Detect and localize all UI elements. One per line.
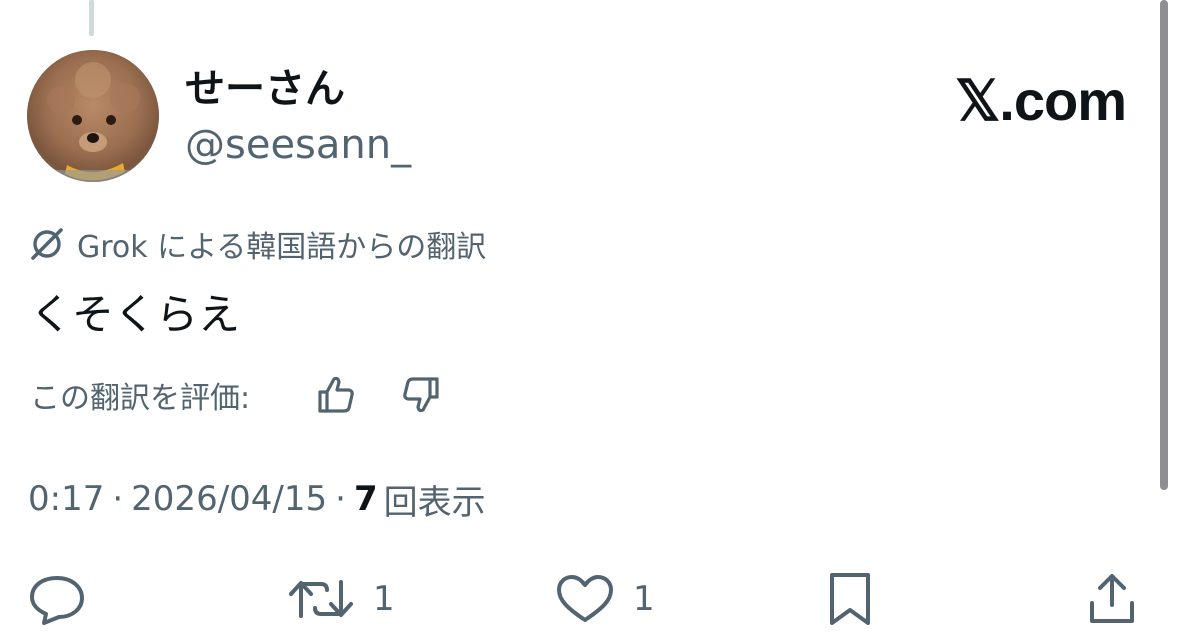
retweet-count: 1 [373, 579, 395, 619]
like-count: 1 [633, 579, 655, 619]
share-icon [1090, 574, 1134, 623]
meta-separator: · [112, 479, 124, 519]
user-handle[interactable]: @seesann_ [185, 120, 411, 170]
thumbs-down-icon [403, 377, 439, 413]
display-name[interactable]: せーさん [185, 64, 345, 114]
scrollbar[interactable] [1160, 0, 1168, 490]
rate-label-text: この翻訳を評価: [30, 381, 251, 416]
reply-button[interactable] [28, 572, 86, 626]
post-meta: 0:17 · 2026/04/15 · 7 回表示 [28, 474, 486, 524]
bookmark-icon [830, 573, 870, 625]
retweet-icon [289, 580, 353, 618]
heart-icon [557, 575, 613, 622]
rate-translation-label: この翻訳を評価: [30, 370, 250, 420]
thumbs-down-button[interactable] [398, 372, 444, 418]
thumbs-up-icon [318, 376, 354, 413]
bookmark-button[interactable] [824, 572, 876, 626]
thumbs-up-button[interactable] [313, 372, 359, 418]
views-count: 7 [353, 479, 378, 519]
translation-note: Grok による韓国語からの翻訳 [27, 222, 486, 266]
post-time[interactable]: 0:17 [28, 479, 104, 519]
retweet-button[interactable]: 1 [287, 572, 395, 626]
grok-icon [31, 228, 63, 260]
meta-separator: · [335, 479, 346, 519]
views-label: 回表示 [383, 482, 486, 523]
avatar-image [27, 50, 159, 182]
share-button[interactable] [1086, 572, 1138, 626]
x-brand-logo: 𝕏.com [955, 69, 1127, 132]
post-date[interactable]: 2026/04/15 [131, 479, 327, 519]
avatar[interactable] [27, 50, 159, 182]
like-button[interactable]: 1 [555, 572, 655, 626]
thread-connector-line [89, 0, 94, 36]
translation-note-text: Grok による韓国語からの翻訳 [77, 230, 487, 265]
post-text: くそくらえ [30, 290, 241, 339]
speech-bubble-icon [30, 576, 84, 625]
